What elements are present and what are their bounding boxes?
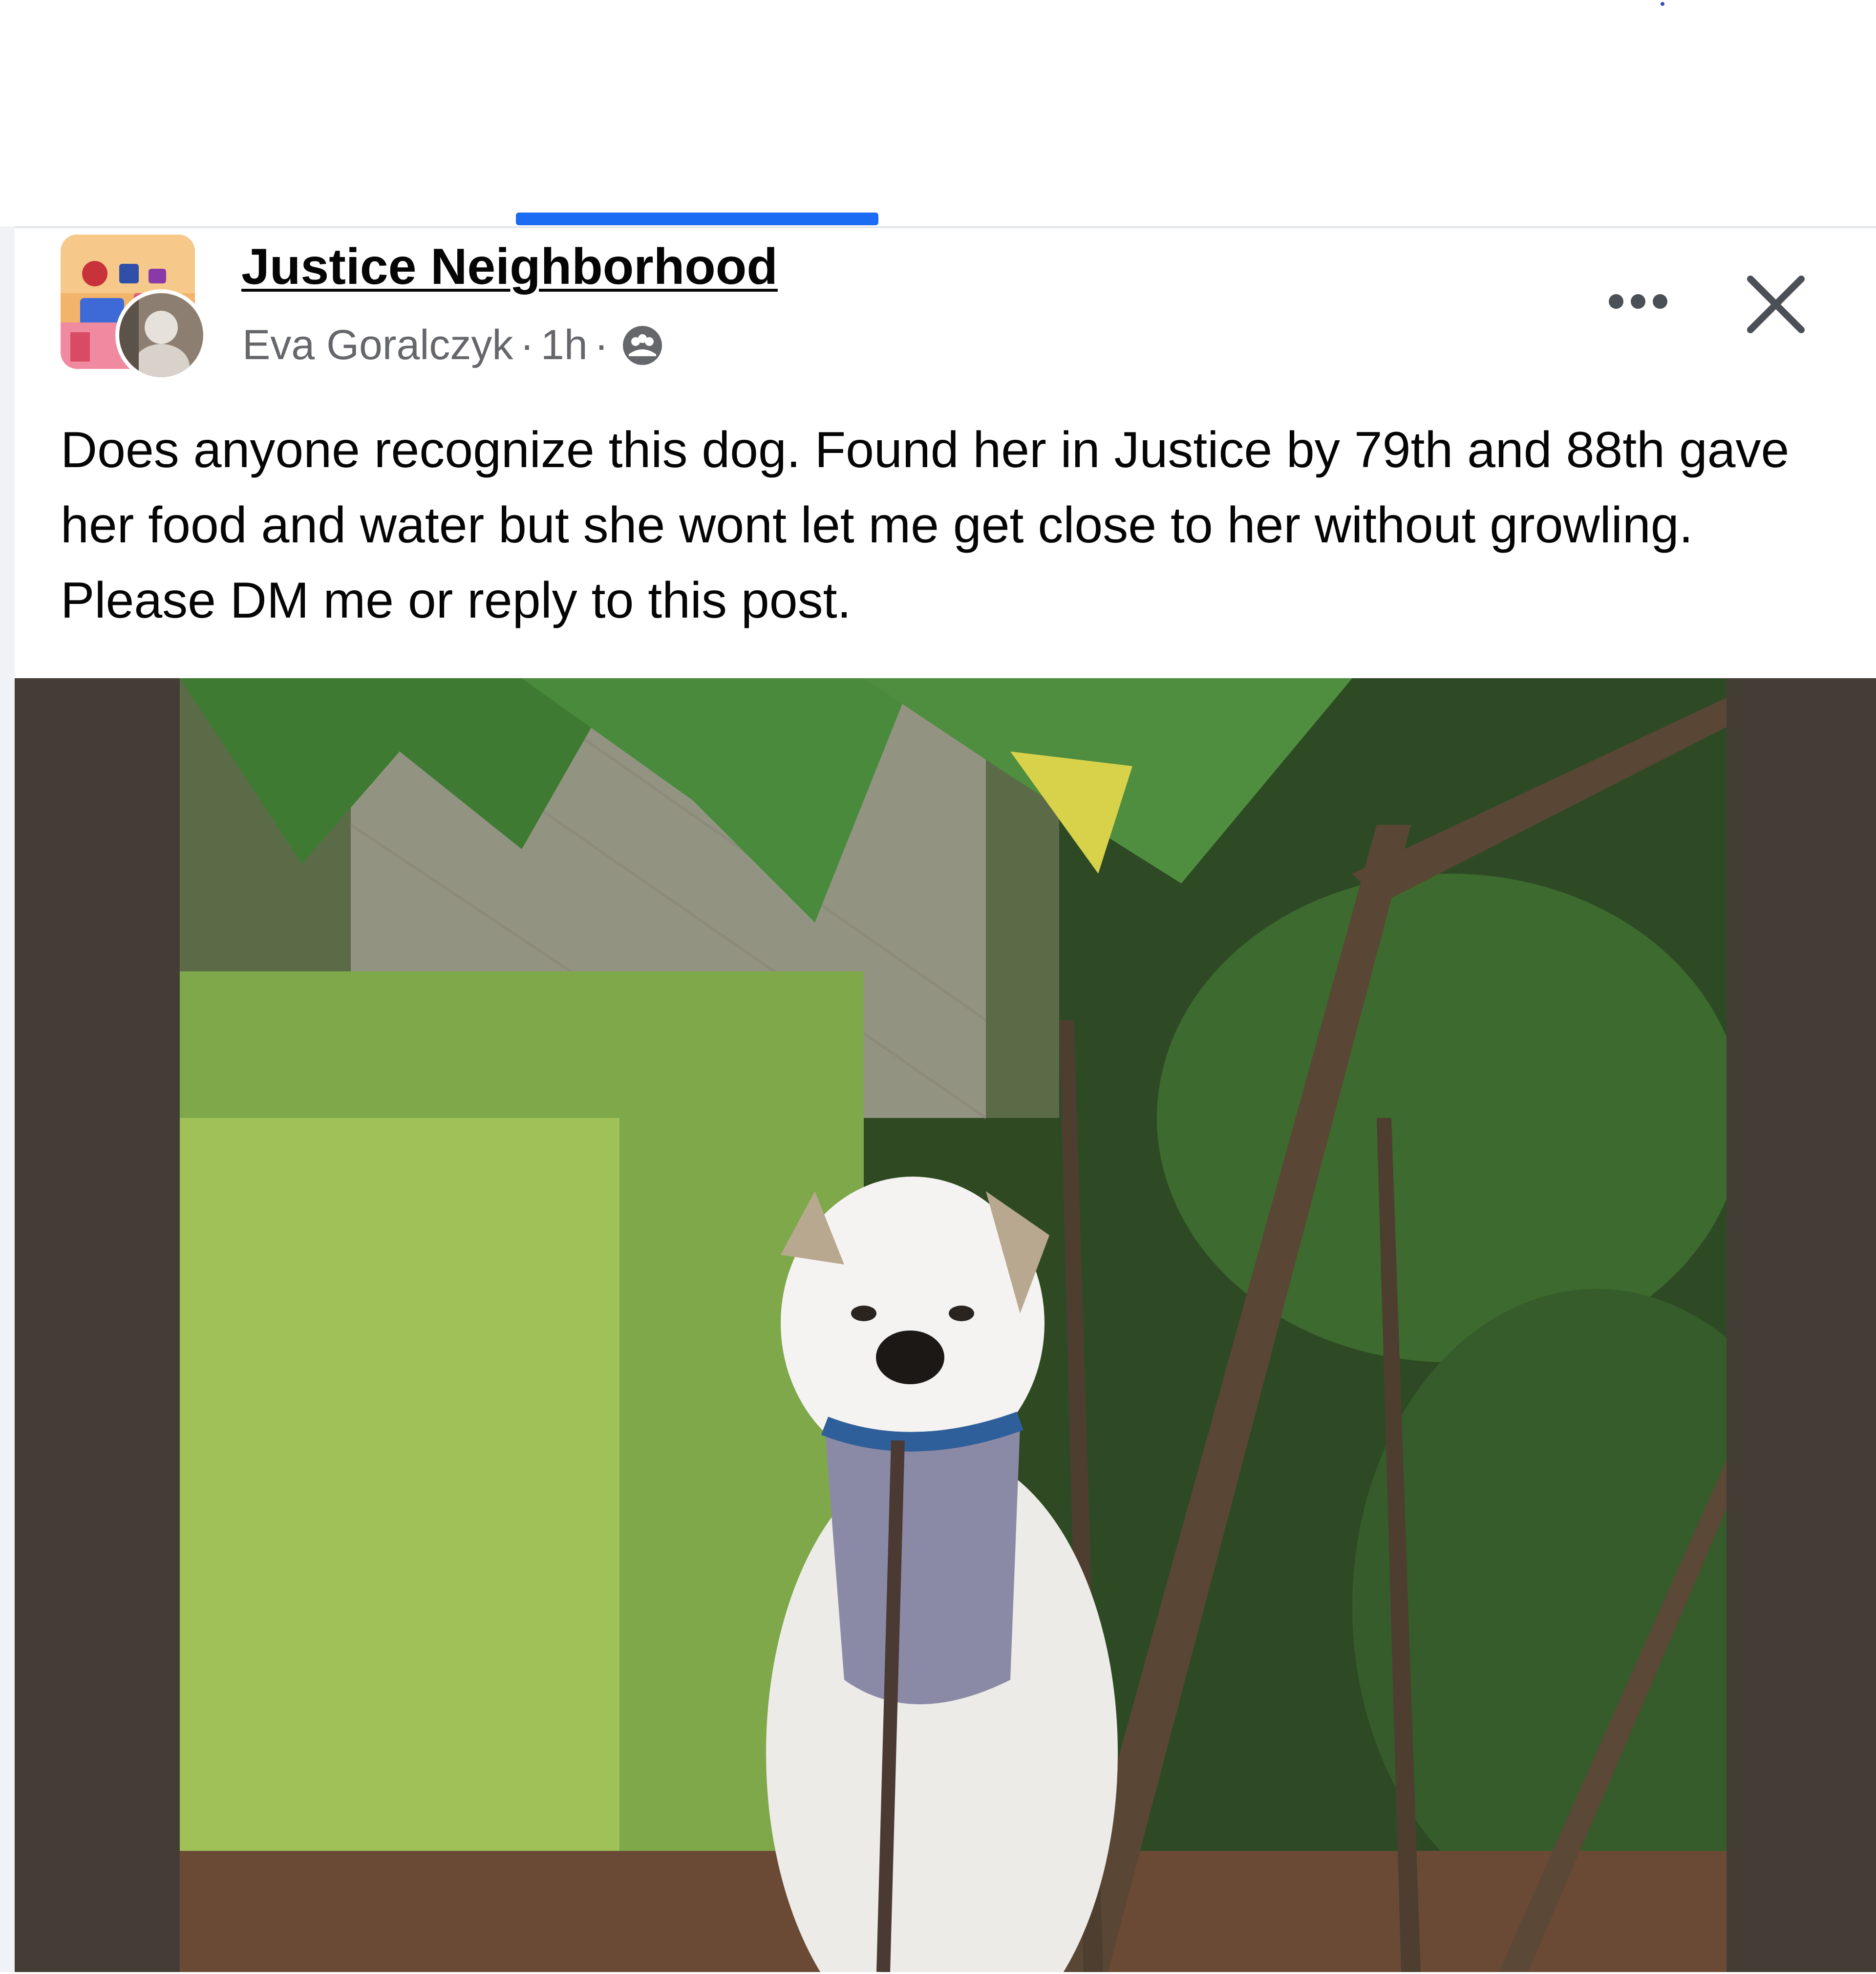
meta-separator: · bbox=[594, 322, 609, 368]
user-avatar[interactable] bbox=[115, 289, 207, 381]
active-tab-indicator bbox=[516, 213, 878, 225]
panel-left-edge bbox=[0, 226, 15, 1972]
meta-separator: · bbox=[520, 322, 534, 368]
author-name[interactable]: Eva Goralczyk bbox=[242, 321, 513, 369]
close-button[interactable] bbox=[1739, 268, 1812, 341]
post-meta: Eva Goralczyk · 1h · bbox=[242, 321, 666, 369]
post-time[interactable]: 1h bbox=[541, 321, 588, 369]
more-options-button[interactable] bbox=[1601, 279, 1675, 323]
close-icon bbox=[1747, 276, 1805, 333]
dog-photo[interactable] bbox=[180, 678, 1727, 1972]
dog-photo-image bbox=[180, 678, 1727, 1972]
more-options-icon bbox=[1609, 294, 1667, 309]
group-name-link[interactable]: Justice Neighborhood bbox=[241, 238, 778, 296]
status-dot bbox=[1661, 2, 1664, 6]
group-icon[interactable] bbox=[619, 322, 666, 369]
post-body-text: Does anyone recognize this dog. Found he… bbox=[61, 422, 1790, 629]
user-avatar-image bbox=[119, 293, 203, 377]
